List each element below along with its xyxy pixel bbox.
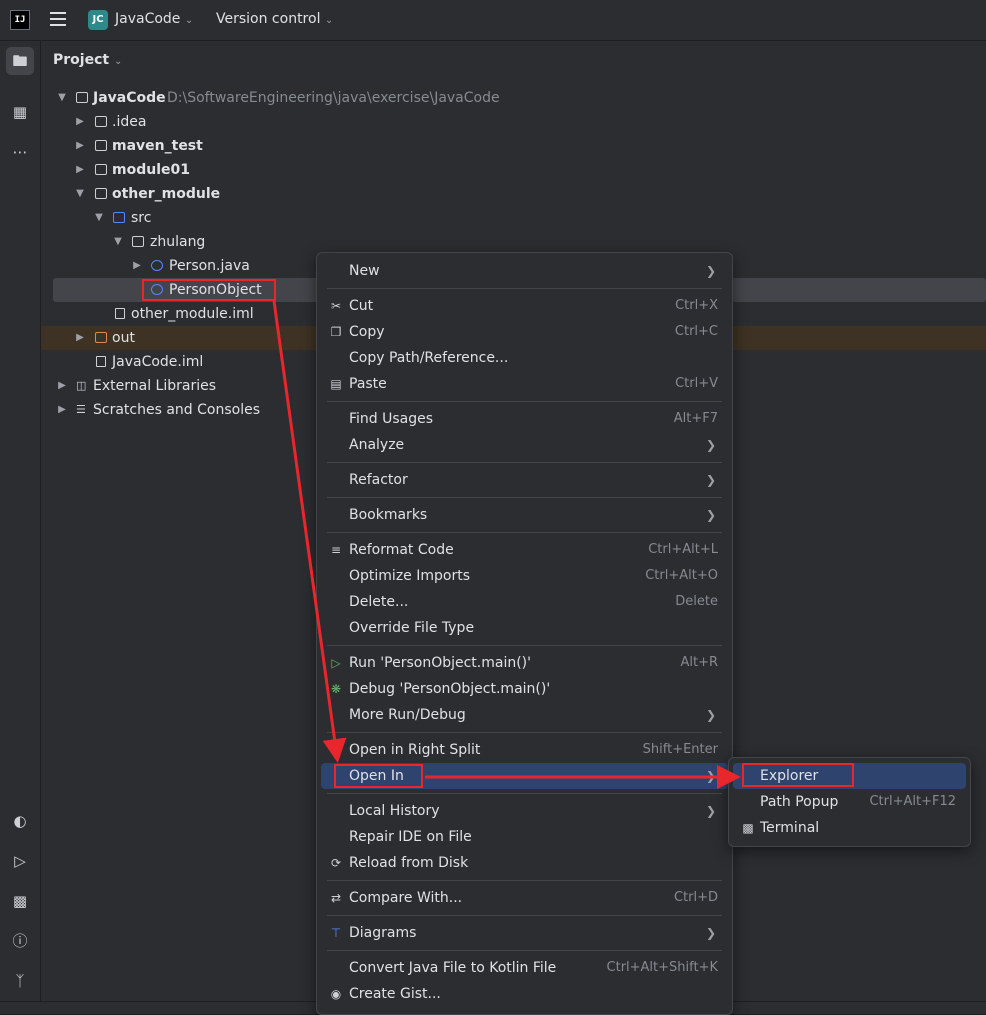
annotation-arrow-1 [272, 300, 347, 763]
annotation-arrows [272, 300, 741, 789]
